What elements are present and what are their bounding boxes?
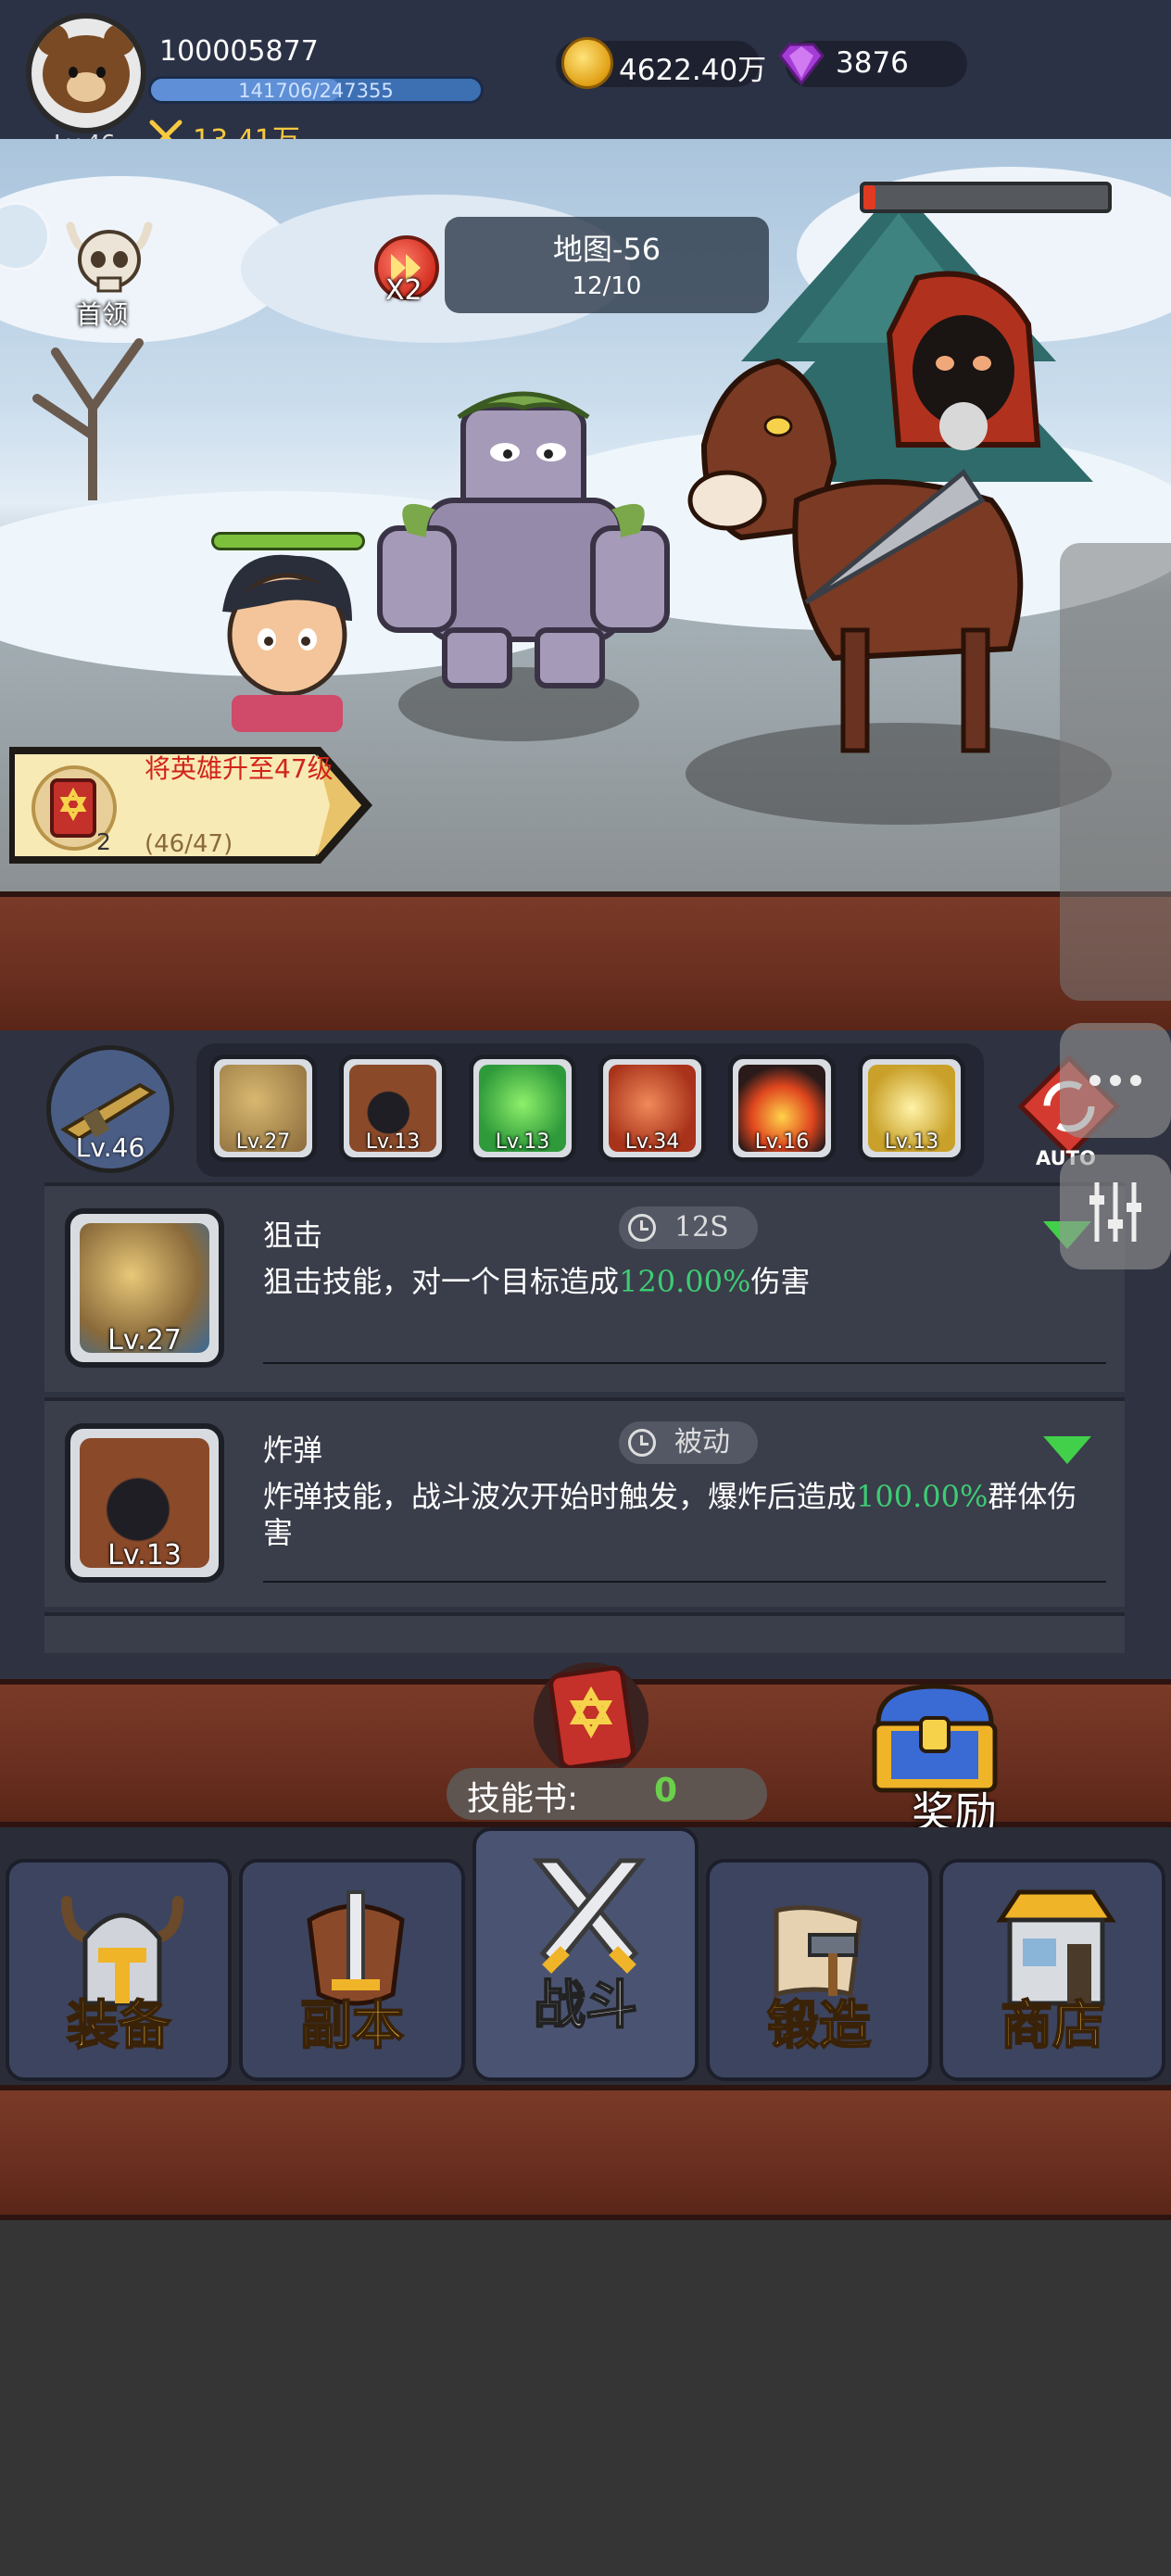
nav-dungeon[interactable]: 副本 bbox=[239, 1859, 465, 2081]
skill-description: 炸弹技能，战斗波次开始时触发，爆炸后造成100.00%群体伤害 bbox=[263, 1479, 1097, 1551]
player-avatar[interactable] bbox=[26, 13, 146, 133]
skill-desc-text: 伤害 bbox=[750, 1264, 811, 1299]
skill-name: 狙击 bbox=[263, 1218, 323, 1253]
nav-label: 副本 bbox=[299, 1995, 405, 2057]
bear-eye-left bbox=[69, 67, 78, 78]
nav-label: 商店 bbox=[1000, 1995, 1105, 2057]
skill-desc-value: 120.00% bbox=[619, 1264, 751, 1299]
skill-card-bomb[interactable]: Lv.13 炸弹 被动 炸弹技能，战斗波次开始时触发，爆炸后造成100.00%群… bbox=[44, 1397, 1125, 1607]
nav-shop[interactable]: 商店 bbox=[939, 1859, 1165, 2081]
side-handle[interactable] bbox=[1060, 543, 1171, 1001]
wood-divider bbox=[0, 891, 1171, 1036]
gold-amount: 4622.40万 bbox=[619, 54, 767, 87]
nav-label: 装备 bbox=[66, 1995, 171, 2057]
gem-icon bbox=[778, 43, 825, 86]
skill-slot-fireball[interactable]: Lv.34 bbox=[598, 1054, 706, 1162]
skill-desc-text: 狙击技能，对一个目标造成 bbox=[263, 1264, 620, 1299]
gem-amount: 3876 bbox=[836, 46, 909, 80]
skill-book-icon[interactable] bbox=[528, 1655, 654, 1783]
speed-multiplier: X2 bbox=[385, 274, 422, 307]
clock-icon bbox=[628, 1214, 656, 1242]
weapon-level: Lv.46 bbox=[75, 1132, 145, 1163]
skull-boss-icon[interactable] bbox=[65, 217, 154, 297]
nav-battle[interactable]: 战斗 bbox=[472, 1827, 699, 2081]
skill-desc-text: 炸弹技能，战斗波次开始时触发，爆炸后造成 bbox=[263, 1479, 857, 1514]
wood-divider bbox=[0, 2085, 1171, 2220]
nav-equipment[interactable]: 装备 bbox=[6, 1859, 232, 2081]
skill-slot-snipe[interactable]: Lv.27 bbox=[209, 1054, 317, 1162]
skill-card-icon: Lv.13 bbox=[65, 1423, 224, 1583]
gold-coin-icon bbox=[561, 37, 613, 89]
skill-card-level: Lv.13 bbox=[107, 1539, 182, 1572]
skill-card-icon: Lv.27 bbox=[65, 1208, 224, 1368]
skill-card-snipe[interactable]: Lv.27 狙击 12S 狙击技能，对一个目标造成120.00%伤害 bbox=[44, 1182, 1125, 1392]
skill-slot-level: Lv.34 bbox=[624, 1130, 680, 1154]
skill-desc-value: 100.00% bbox=[856, 1479, 988, 1514]
skill-slot-bomb[interactable]: Lv.13 bbox=[339, 1054, 447, 1162]
nav-label: 锻造 bbox=[766, 1995, 872, 2057]
bear-eye-right bbox=[96, 67, 106, 78]
skill-slot-flame[interactable]: Lv.16 bbox=[728, 1054, 836, 1162]
wave-progress: 12/10 bbox=[572, 272, 642, 300]
skill-book-label: 技能书: bbox=[467, 1780, 579, 1818]
skill-slot-level: Lv.13 bbox=[365, 1130, 421, 1154]
map-name: 地图-56 bbox=[552, 232, 661, 267]
divider bbox=[263, 1581, 1106, 1583]
exp-text: 141706/247355 bbox=[238, 80, 394, 102]
quest-progress: (46/47) bbox=[145, 830, 233, 858]
more-options-button[interactable] bbox=[1060, 1023, 1171, 1138]
player-id: 100005877 bbox=[159, 35, 319, 68]
quest-description: 将英雄升至47级 bbox=[145, 753, 334, 784]
nav-forge[interactable]: 锻造 bbox=[706, 1859, 932, 2081]
skill-description: 狙击技能，对一个目标造成120.00%伤害 bbox=[263, 1264, 1097, 1300]
sliders-icon bbox=[1089, 1182, 1141, 1242]
skill-card-level: Lv.27 bbox=[107, 1324, 182, 1357]
enemy-hp-bar bbox=[860, 182, 1112, 213]
skill-slot-lightning[interactable]: Lv.13 bbox=[858, 1054, 965, 1162]
hero-character bbox=[222, 554, 352, 732]
skill-slot-poison[interactable]: Lv.13 bbox=[469, 1054, 576, 1162]
skill-slot-level: Lv.13 bbox=[884, 1130, 939, 1154]
clock-icon bbox=[628, 1429, 656, 1457]
skill-slot-level: Lv.16 bbox=[754, 1130, 810, 1154]
hero-hp-bar bbox=[211, 532, 365, 550]
expand-arrow-icon[interactable] bbox=[1043, 1436, 1091, 1464]
skill-name: 炸弹 bbox=[263, 1433, 323, 1468]
nav-label: 战斗 bbox=[533, 1975, 638, 2037]
skill-book-count: 0 bbox=[654, 1772, 678, 1810]
hooded-horseman-enemy bbox=[687, 271, 1041, 753]
more-icon bbox=[1089, 1075, 1141, 1086]
divider bbox=[263, 1362, 1106, 1364]
exp-bar: 141706/247355 bbox=[148, 76, 484, 104]
rock-golem-enemy bbox=[377, 391, 670, 688]
skill-slot-level: Lv.13 bbox=[495, 1130, 550, 1154]
quest-item-count: 2 bbox=[96, 828, 111, 855]
enemy-hp-fill bbox=[863, 185, 876, 209]
skill-card-partial[interactable] bbox=[44, 1612, 1125, 1653]
boss-label: 首领 bbox=[76, 299, 129, 330]
skill-slot-level: Lv.27 bbox=[235, 1130, 291, 1154]
settings-sliders-button[interactable] bbox=[1060, 1155, 1171, 1269]
